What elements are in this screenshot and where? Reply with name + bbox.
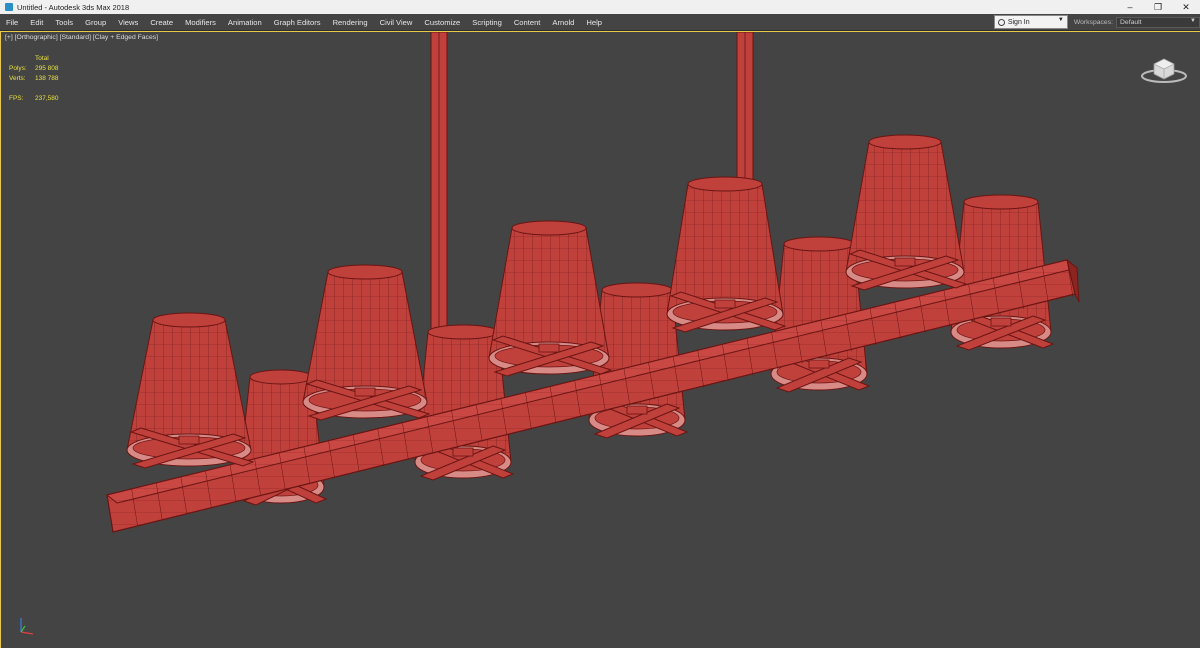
shade-top-rim [427, 324, 499, 340]
socket [538, 343, 560, 353]
lamp-shade [666, 176, 787, 333]
menu-help[interactable]: Help [580, 18, 608, 27]
chevron-down-icon: ▼ [1057, 17, 1064, 23]
menu-modifiers[interactable]: Modifiers [179, 18, 222, 27]
socket [808, 359, 830, 369]
socket [990, 317, 1012, 327]
socket [452, 447, 474, 457]
fps-value: 237,580 [35, 95, 59, 102]
lamp-shade [488, 220, 613, 377]
axis-tripod-icon [20, 618, 34, 635]
restore-button[interactable]: ❐ [1144, 0, 1172, 14]
perspective-viewport[interactable]: [+] [Orthographic] [Standard] [Clay + Ed… [0, 31, 1200, 648]
lamp-shade [302, 264, 431, 421]
viewport-label[interactable]: [+] [Orthographic] [Standard] [Clay + Ed… [5, 34, 158, 41]
menu-civil-view[interactable]: Civil View [374, 18, 419, 27]
socket [626, 405, 648, 415]
menu-group[interactable]: Group [79, 18, 112, 27]
polys-row: Polys: 295 808 [9, 64, 59, 74]
socket [714, 299, 736, 309]
polys-label: Polys: [9, 65, 27, 72]
socket [354, 387, 376, 397]
shade-top-rim [783, 236, 855, 252]
fps-row: FPS: 237,580 [9, 94, 59, 104]
shade-top-rim [152, 312, 226, 328]
menu-file[interactable]: File [0, 18, 24, 27]
lamp-shade [126, 312, 255, 469]
shade-top-rim [511, 220, 587, 236]
menu-create[interactable]: Create [144, 18, 179, 27]
shade-top-rim [963, 194, 1039, 210]
menu-arnold[interactable]: Arnold [546, 18, 580, 27]
shade-top-rim [327, 264, 403, 280]
workspace-select[interactable]: Default ▼ [1116, 16, 1200, 28]
shade-top-rim [249, 369, 313, 385]
menu-customize[interactable]: Customize [418, 18, 466, 27]
menu-bar: File Edit Tools Group Views Create Modif… [0, 14, 1200, 31]
verts-value: 138 788 [35, 75, 59, 82]
polys-value: 295 808 [35, 65, 59, 72]
menu-edit[interactable]: Edit [24, 18, 49, 27]
menu-views[interactable]: Views [112, 18, 144, 27]
shade-top-rim [601, 282, 673, 298]
chevron-down-icon: ▼ [1190, 17, 1196, 24]
lamp-shade [845, 134, 968, 291]
shade-top-rim [868, 134, 942, 150]
fps-label: FPS: [9, 95, 24, 102]
sign-in-button[interactable]: Sign In ▼ [993, 15, 1068, 29]
workspace-value: Default [1120, 18, 1142, 26]
window-title: Untitled - Autodesk 3ds Max 2018 [17, 2, 130, 12]
sign-in-label: Sign In [1007, 18, 1030, 26]
socket [178, 435, 200, 445]
verts-label: Verts: [9, 75, 26, 82]
menu-graph-editors[interactable]: Graph Editors [268, 18, 327, 27]
workspaces-label: Workspaces: [1073, 18, 1113, 26]
title-bar: Untitled - Autodesk 3ds Max 2018 – ❐ ✕ [0, 0, 1200, 14]
menu-content[interactable]: Content [508, 18, 547, 27]
socket [894, 257, 916, 267]
app-icon [5, 3, 13, 11]
menu-tools[interactable]: Tools [49, 18, 79, 27]
user-icon [997, 18, 1005, 26]
menu-scripting[interactable]: Scripting [466, 18, 508, 27]
shade-top-rim [687, 176, 763, 192]
verts-row: Verts: 138 788 [9, 74, 59, 84]
close-button[interactable]: ✕ [1172, 0, 1200, 14]
window-controls: – ❐ ✕ [1116, 0, 1200, 14]
viewport-statistics: Total Polys: 295 808 Verts: 138 788 FPS:… [9, 54, 59, 104]
account-area: Sign In ▼ Workspaces: Default ▼ [993, 14, 1200, 30]
menu-rendering[interactable]: Rendering [327, 18, 374, 27]
stats-header: Total [35, 55, 49, 62]
viewcube-icon[interactable] [1140, 50, 1188, 86]
minimize-button[interactable]: – [1116, 0, 1144, 14]
menu-animation[interactable]: Animation [222, 18, 268, 27]
chandelier-mesh [105, 32, 1080, 533]
